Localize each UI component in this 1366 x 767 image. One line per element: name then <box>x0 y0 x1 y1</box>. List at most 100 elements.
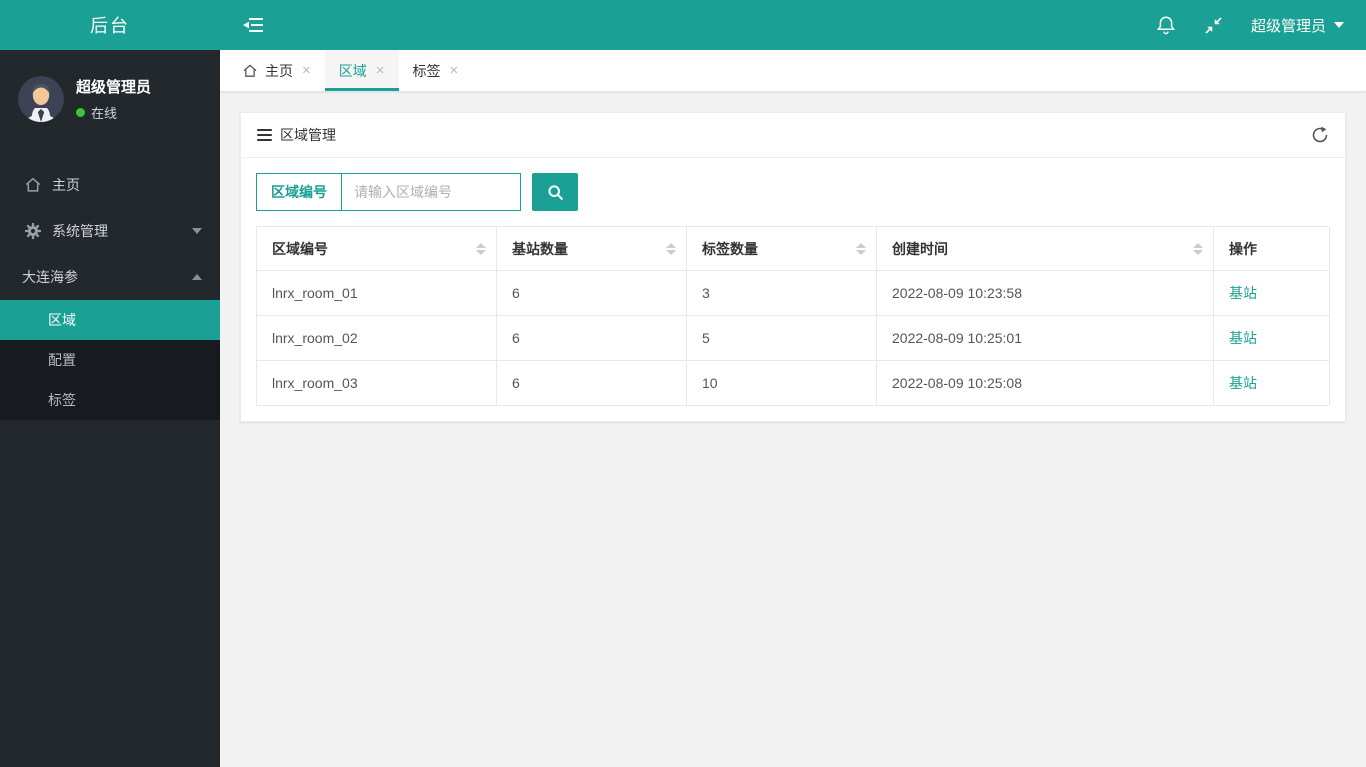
table-header-row: 区域编号 基站数量 标签数量 创建时间 操作 <box>256 226 1330 271</box>
tab-label: 标签 <box>412 62 441 79</box>
search-input[interactable] <box>342 174 520 210</box>
column-header-actions: 操作 <box>1213 226 1330 271</box>
cell-area-id: lnrx_room_03 <box>256 360 497 406</box>
tab-label: 区域 <box>338 62 367 79</box>
tab-label: 主页 <box>265 62 293 79</box>
home-icon <box>242 63 258 79</box>
sidebar-collapse-button[interactable] <box>242 16 264 34</box>
sort-icon[interactable] <box>476 242 486 255</box>
close-icon[interactable]: × <box>450 63 459 78</box>
sidebar-subitem-label: 区域 <box>48 312 76 328</box>
search-button[interactable] <box>532 173 578 211</box>
cell-tag-count: 3 <box>686 270 877 316</box>
sidebar-item-system-management[interactable]: 系统管理 <box>0 208 220 254</box>
home-icon <box>24 176 42 194</box>
column-label: 创建时间 <box>892 240 948 257</box>
sort-icon[interactable] <box>856 242 866 255</box>
sidebar-item-home[interactable]: 主页 <box>0 162 220 208</box>
sidebar-subitem-label: 标签 <box>48 392 76 408</box>
base-station-link[interactable]: 基站 <box>1229 330 1257 346</box>
cell-area-id: lnrx_room_02 <box>256 315 497 361</box>
table-row: lnrx_room_01 6 3 2022-08-09 10:23:58 基站 <box>256 270 1330 316</box>
topbar-right: 超级管理员 <box>1156 15 1344 36</box>
sort-icon[interactable] <box>1193 242 1203 255</box>
refresh-icon <box>1312 126 1328 143</box>
panel-body: 区域编号 请输入区域编号 区域编号 基站数量 标签数量 创建时间 操作 lnrx… <box>241 158 1345 421</box>
close-icon[interactable]: × <box>302 63 311 78</box>
table-row: lnrx_room_03 6 10 2022-08-09 10:25:08 基站 <box>256 360 1330 406</box>
cell-tag-count: 10 <box>686 360 877 406</box>
user-dropdown-label: 超级管理员 <box>1250 17 1326 35</box>
sidebar-item-label: 大连海参 <box>22 269 78 285</box>
sort-icon[interactable] <box>666 242 676 255</box>
content-area: 区域管理 区域编号 请输入区域编号 区域编号 基站数量 标签数量 创建时间 操作… <box>220 92 1366 767</box>
chevron-down-icon <box>192 228 202 234</box>
column-header-created-at[interactable]: 创建时间 <box>876 226 1214 271</box>
search-field-selector[interactable]: 区域编号 <box>257 174 342 210</box>
area-table: 区域编号 基站数量 标签数量 创建时间 操作 lnrx_room_01 6 3 … <box>256 226 1330 406</box>
online-dot-icon <box>76 108 85 117</box>
fullscreen-toggle-button[interactable] <box>1204 16 1223 35</box>
area-management-panel: 区域管理 区域编号 请输入区域编号 区域编号 基站数量 标签数量 创建时间 操作… <box>240 112 1346 422</box>
gear-icon <box>24 222 42 240</box>
sidebar-menu: 主页 系统管理 大连海参 区域 配置 标签 <box>0 162 220 420</box>
cell-created-at: 2022-08-09 10:25:01 <box>876 315 1214 361</box>
search-icon <box>547 184 563 200</box>
notifications-button[interactable] <box>1156 15 1176 35</box>
sidebar-submenu: 区域 配置 标签 <box>0 300 220 420</box>
column-label: 基站数量 <box>512 240 568 257</box>
sidebar-subitem-area[interactable]: 区域 <box>0 300 220 340</box>
cell-created-at: 2022-08-09 10:25:08 <box>876 360 1214 406</box>
user-name: 超级管理员 <box>76 79 152 96</box>
column-label: 标签数量 <box>702 240 758 257</box>
cell-created-at: 2022-08-09 10:23:58 <box>876 270 1214 316</box>
user-info: 超级管理员 在线 <box>76 76 151 122</box>
bell-icon <box>1156 16 1176 35</box>
base-station-link[interactable]: 基站 <box>1229 285 1257 301</box>
cell-station-count: 6 <box>496 270 687 316</box>
sidebar-subitem-config[interactable]: 配置 <box>0 340 220 380</box>
base-station-link[interactable]: 基站 <box>1229 375 1257 391</box>
sidebar-subitem-tags[interactable]: 标签 <box>0 380 220 420</box>
app-root: 后台 超级管理员 在线 主页 系统管理 大连海参 区域 配置 标签 超级管理员 … <box>0 0 1366 767</box>
refresh-button[interactable] <box>1311 126 1329 144</box>
main-column: 超级管理员 主页 × 区域 × 标签 × 区域管理 区域编号 请输入区域编号 区… <box>220 0 1366 767</box>
column-header-station-count[interactable]: 基站数量 <box>496 226 687 271</box>
avatar-illustration <box>18 76 64 122</box>
chevron-down-icon <box>1334 22 1344 28</box>
chevron-up-icon <box>192 274 202 280</box>
collapse-menu-icon <box>243 18 263 32</box>
fullscreen-icon <box>1205 16 1222 34</box>
user-dropdown[interactable]: 超级管理员 <box>1251 15 1344 36</box>
close-icon[interactable]: × <box>376 63 385 78</box>
search-group: 区域编号 <box>256 173 521 211</box>
sidebar-item-dalian-haishen[interactable]: 大连海参 <box>0 254 220 300</box>
user-block: 超级管理员 在线 <box>0 50 220 148</box>
cell-tag-count: 5 <box>686 315 877 361</box>
list-icon <box>257 129 272 141</box>
tab-tags[interactable]: 标签 × <box>399 50 473 91</box>
cell-area-id: lnrx_room_01 <box>256 270 497 316</box>
topbar: 超级管理员 <box>220 0 1366 50</box>
column-label: 操作 <box>1229 240 1257 257</box>
sidebar-item-label: 主页 <box>52 177 80 193</box>
search-row: 区域编号 <box>256 173 1330 211</box>
cell-station-count: 6 <box>496 360 687 406</box>
panel-title: 区域管理 <box>280 127 336 143</box>
column-header-tag-count[interactable]: 标签数量 <box>686 226 877 271</box>
cell-station-count: 6 <box>496 315 687 361</box>
tabbar: 主页 × 区域 × 标签 × <box>220 50 1366 92</box>
sidebar-item-label: 系统管理 <box>52 223 108 239</box>
tab-home[interactable]: 主页 × <box>228 50 325 91</box>
sidebar-subitem-label: 配置 <box>48 352 76 368</box>
user-avatar <box>18 76 64 122</box>
column-header-area-id[interactable]: 区域编号 <box>256 226 497 271</box>
app-logo: 后台 <box>0 0 220 50</box>
column-label: 区域编号 <box>272 240 328 257</box>
panel-header: 区域管理 <box>241 113 1345 158</box>
table-row: lnrx_room_02 6 5 2022-08-09 10:25:01 基站 <box>256 315 1330 361</box>
user-status: 在线 <box>76 103 151 122</box>
sidebar: 后台 超级管理员 在线 主页 系统管理 大连海参 区域 配置 标签 <box>0 0 220 767</box>
tab-area[interactable]: 区域 × <box>324 50 399 91</box>
user-status-label: 在线 <box>91 106 118 121</box>
